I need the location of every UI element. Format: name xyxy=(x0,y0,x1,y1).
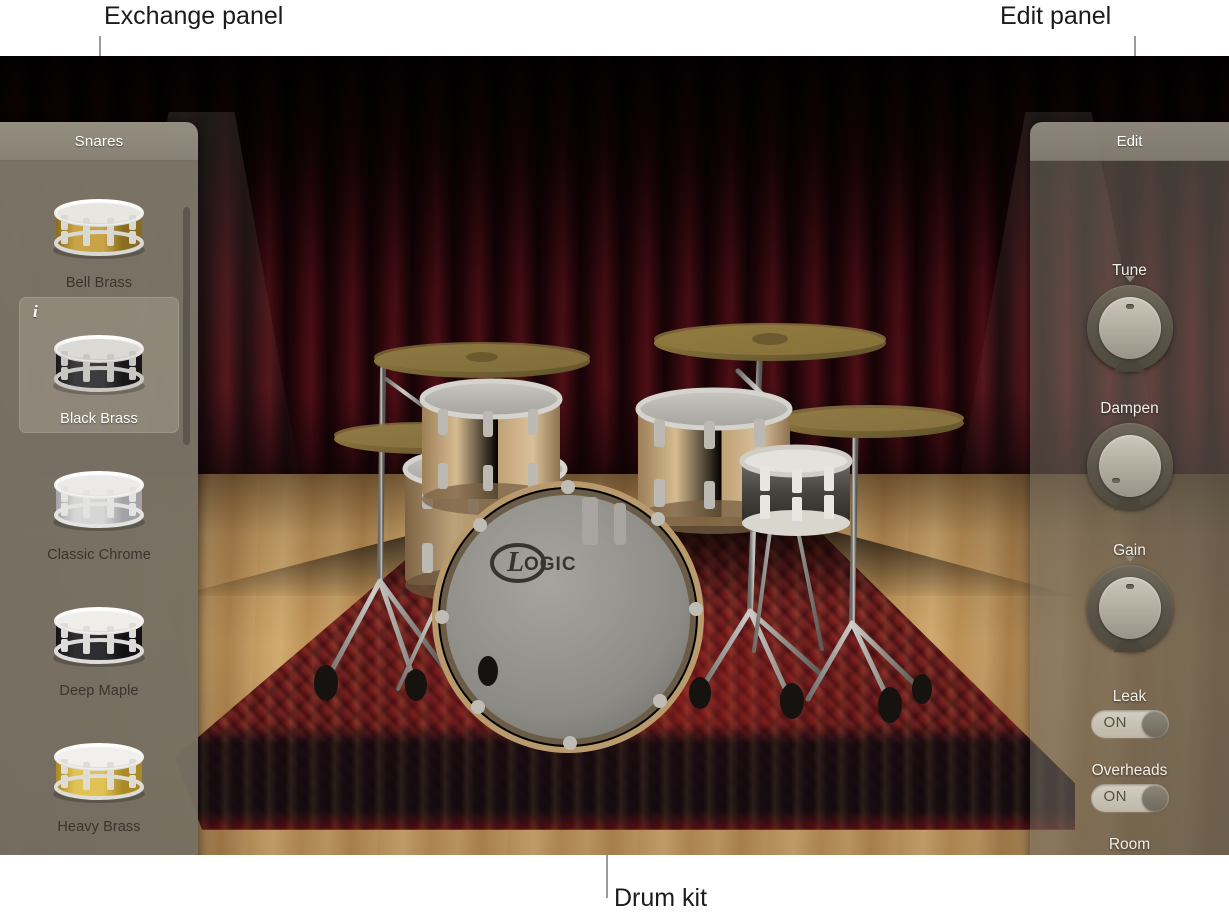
knob-indicator xyxy=(1125,584,1134,589)
edit-panel-title: Edit xyxy=(1116,132,1143,150)
info-icon[interactable]: i xyxy=(33,302,38,322)
edit-panel-header: Edit xyxy=(1030,122,1229,161)
snare-thumbnail xyxy=(53,471,145,531)
snare-list-item-label: Heavy Brass xyxy=(57,819,141,835)
exchange-panel: Snares Bell Brass i Black Brass Classic … xyxy=(0,122,198,855)
snare-thumbnail xyxy=(53,743,145,803)
svg-text:OGIC: OGIC xyxy=(524,554,577,575)
cymbal-left-crash[interactable] xyxy=(374,342,590,378)
snare-list-item-label: Classic Chrome xyxy=(47,547,151,563)
switch-handle[interactable] xyxy=(1141,785,1168,811)
switch-handle[interactable] xyxy=(1141,711,1168,737)
switch-leak[interactable]: ON xyxy=(1090,710,1169,738)
drum-kit-designer-window: L OGIC Snares Bell Brass i Black Brass C… xyxy=(0,56,1229,855)
svg-text:L: L xyxy=(506,547,524,578)
snare-list-item-black-brass[interactable]: i Black Brass xyxy=(19,297,179,433)
snare-list-item-bell-brass[interactable]: Bell Brass xyxy=(19,161,179,297)
callout-label-drum-kit: Drum kit xyxy=(614,884,708,912)
snare-thumbnail xyxy=(53,607,145,667)
switch-label-room: Room xyxy=(1108,836,1151,853)
vertical-scrollbar[interactable] xyxy=(183,207,190,445)
drum-kit[interactable]: L OGIC xyxy=(230,251,990,791)
snare-list[interactable]: Bell Brass i Black Brass Classic Chrome … xyxy=(0,161,198,855)
knob-gain[interactable] xyxy=(1086,565,1173,652)
snare-thumbnail xyxy=(53,335,145,395)
knob-indicator xyxy=(1125,304,1134,309)
exchange-panel-header: Snares xyxy=(0,122,198,161)
cymbal-ride[interactable] xyxy=(654,323,886,361)
switch-state-text: ON xyxy=(1103,788,1127,805)
knob-marker-gain xyxy=(1124,556,1135,562)
knob-face xyxy=(1098,435,1161,497)
knob-tune[interactable] xyxy=(1086,285,1173,372)
switch-label-leak: Leak xyxy=(1112,688,1147,705)
snare-drum[interactable] xyxy=(739,444,853,536)
snare-list-item-label: Black Brass xyxy=(60,411,138,427)
snare-thumbnail xyxy=(53,199,145,259)
knob-indicator xyxy=(1111,478,1120,483)
snare-list-item-heavy-brass[interactable]: Heavy Brass xyxy=(19,705,179,841)
bass-drum[interactable]: L OGIC xyxy=(432,480,704,753)
edit-panel-body: Tune Dampen Gain Leak ON Overheads ON Ro… xyxy=(1030,161,1229,855)
snare-list-item-label: Bell Brass xyxy=(65,275,133,291)
callout-label-exchange-panel: Exchange panel xyxy=(104,2,284,30)
switch-state-text: ON xyxy=(1103,714,1127,731)
snare-list-item-label: Deep Maple xyxy=(59,683,139,699)
edit-panel: Edit Tune Dampen Gain Leak ON Overheads … xyxy=(1030,122,1229,855)
callout-label-edit-panel: Edit panel xyxy=(1000,2,1112,30)
switch-label-overheads: Overheads xyxy=(1091,762,1168,779)
exchange-panel-title: Snares xyxy=(74,132,124,150)
knob-dampen[interactable] xyxy=(1086,423,1173,510)
screenshot-root: Exchange panel Edit panel Drum kit L OGI… xyxy=(0,0,1229,920)
switch-overheads[interactable]: ON xyxy=(1090,784,1169,812)
snare-list-item-classic-chrome[interactable]: Classic Chrome xyxy=(19,433,179,569)
knob-marker-tune xyxy=(1124,276,1135,282)
snare-list-item-deep-maple[interactable]: Deep Maple xyxy=(19,569,179,705)
knob-label-dampen: Dampen xyxy=(1100,400,1159,417)
cymbal-right-hihat[interactable] xyxy=(776,405,964,438)
